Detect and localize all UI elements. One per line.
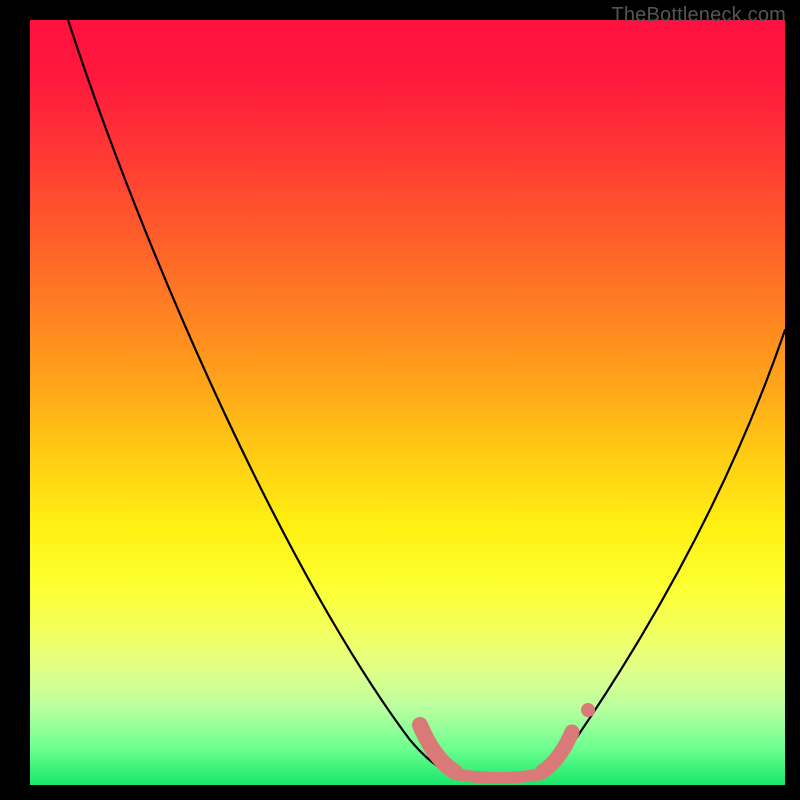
plot-area bbox=[30, 20, 785, 785]
threshold-band-right bbox=[542, 732, 572, 772]
bottleneck-chart-svg bbox=[30, 20, 785, 785]
threshold-band-left bbox=[420, 725, 455, 772]
threshold-dot bbox=[581, 703, 595, 717]
chart-frame: TheBottleneck.com bbox=[0, 0, 800, 800]
bottleneck-curve bbox=[68, 20, 785, 782]
threshold-band-bottom bbox=[455, 774, 542, 778]
watermark-text: TheBottleneck.com bbox=[611, 4, 786, 27]
